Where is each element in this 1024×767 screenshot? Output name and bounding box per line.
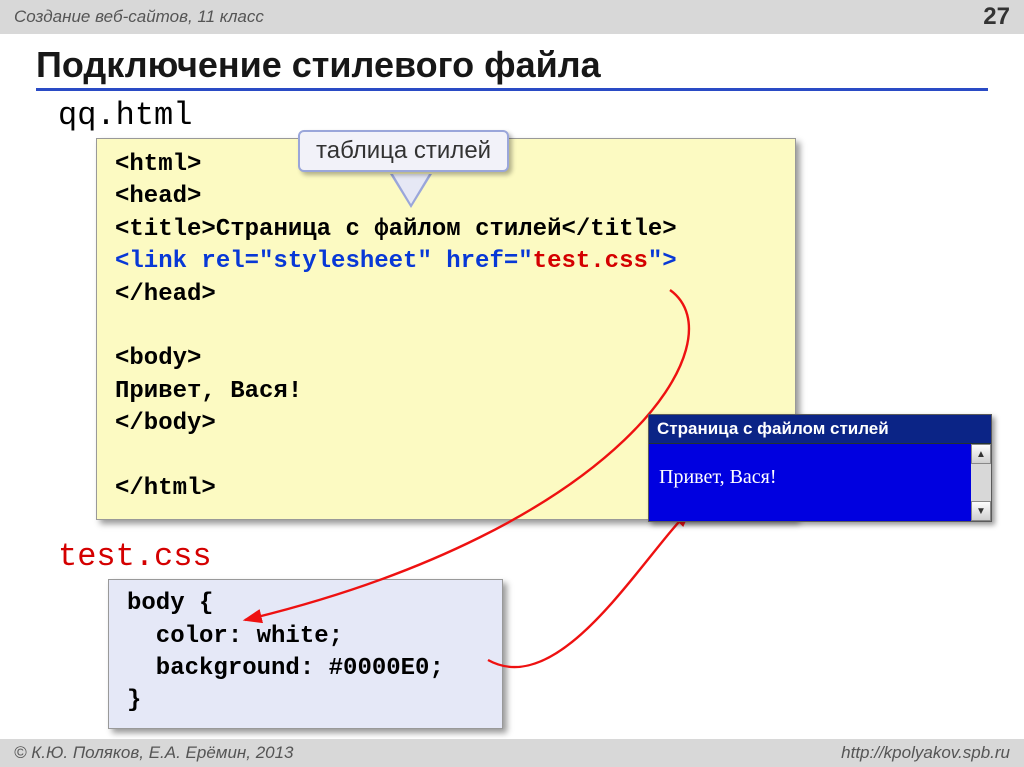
page-number: 27 <box>983 3 1010 31</box>
scroll-down-icon[interactable]: ▼ <box>971 501 991 521</box>
scroll-up-icon[interactable]: ▲ <box>971 444 991 464</box>
callout-pointer-icon <box>393 174 429 204</box>
code-line-href: test.css <box>533 248 648 275</box>
callout-label: таблица стилей <box>298 130 509 172</box>
code-line: <head> <box>115 183 201 210</box>
scrollbar[interactable]: ▲ ▼ <box>971 444 991 521</box>
code-line: </head> <box>115 281 216 308</box>
code-line: <html> <box>115 151 201 178</box>
code-line: <title> <box>115 216 216 243</box>
html-filename: qq.html <box>58 97 988 134</box>
browser-preview: Страница с файлом стилей Привет, Вася! ▲… <box>648 414 992 522</box>
code-line: <body> <box>115 345 201 372</box>
slide-title: Подключение стилевого файла <box>36 44 988 91</box>
browser-title: Страница с файлом стилей <box>649 415 991 444</box>
code-line: Привет, Вася! <box>115 378 302 405</box>
copyright: © К.Ю. Поляков, Е.А. Ерёмин, 2013 <box>14 743 294 763</box>
footer: © К.Ю. Поляков, Е.А. Ерёмин, 2013 http:/… <box>0 739 1024 767</box>
code-line-link: <link rel="stylesheet" href=" <box>115 248 533 275</box>
css-filename: test.css <box>58 538 988 575</box>
css-code-block: body { color: white; background: #0000E0… <box>108 579 503 729</box>
code-line: Страница с файлом стилей <box>216 216 562 243</box>
top-bar: Создание веб-сайтов, 11 класс 27 <box>0 0 1024 34</box>
code-line-link: "> <box>648 248 677 275</box>
footer-url: http://kpolyakov.spb.ru <box>841 743 1010 763</box>
code-line: </body> <box>115 410 216 437</box>
content: qq.html таблица стилей <html> <head> <ti… <box>0 97 1024 729</box>
css-code: body { color: white; background: #0000E0… <box>108 579 503 729</box>
browser-body: Привет, Вася! <box>649 444 971 521</box>
code-line: </title> <box>561 216 676 243</box>
code-line: </html> <box>115 475 216 502</box>
breadcrumb: Создание веб-сайтов, 11 класс <box>14 7 264 27</box>
